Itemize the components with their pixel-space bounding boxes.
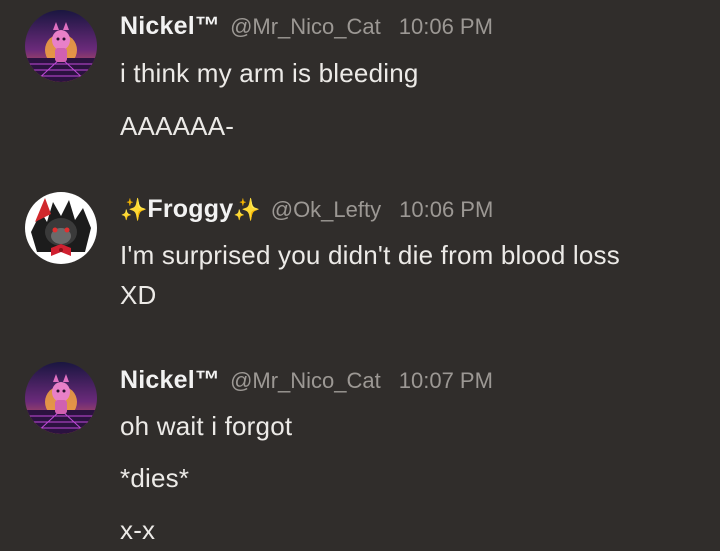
- avatar[interactable]: [25, 10, 97, 82]
- user-handle[interactable]: @Ok_Lefty: [271, 197, 381, 223]
- sparkles-icon: ✨: [120, 197, 148, 222]
- message-text: I'm surprised you didn't die from blood …: [120, 240, 620, 270]
- timestamp: 10:06 PM: [399, 197, 494, 222]
- timestamp: 10:07 PM: [398, 368, 493, 393]
- username[interactable]: Froggy: [147, 195, 233, 224]
- message-text: x-x: [120, 515, 156, 545]
- user-handle[interactable]: @Mr_Nico_Cat: [230, 368, 381, 394]
- message-text: oh wait i forgot: [120, 411, 293, 441]
- avatar[interactable]: [25, 192, 97, 264]
- message-text: i think my arm is bleeding: [120, 58, 419, 88]
- username[interactable]: Nickel™: [120, 12, 220, 41]
- message-text: AAAAAA-: [120, 111, 235, 141]
- sparkles-icon: ✨: [233, 197, 261, 222]
- username[interactable]: Nickel™: [120, 366, 220, 395]
- chat-log: Nickel™ @Mr_Nico_Cat 10:06 PM i think my…: [0, 0, 720, 551]
- timestamp: 10:06 PM: [398, 14, 493, 39]
- message-text: XD: [120, 280, 157, 310]
- message-text: *dies*: [120, 463, 190, 493]
- avatar[interactable]: [25, 362, 97, 434]
- user-handle[interactable]: @Mr_Nico_Cat: [230, 14, 381, 40]
